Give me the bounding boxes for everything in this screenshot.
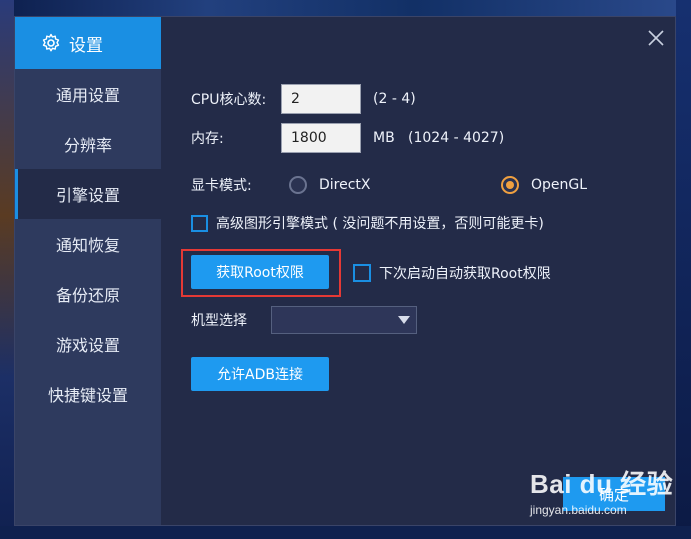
background-bottom-strip — [0, 526, 691, 539]
confirm-button[interactable]: 确定 — [563, 477, 665, 511]
advanced-mode-label: 高级图形引擎模式 ( 没问题不用设置，否则可能更卡) — [216, 216, 544, 232]
model-label: 机型选择 — [191, 313, 247, 329]
memory-range: MB (1024 - 4027) — [373, 130, 505, 146]
cpu-range: (2 - 4) — [373, 91, 416, 107]
settings-dialog: 设置 通用设置 分辨率 引擎设置 通知恢复 备份还原 游戏设置 快捷键设置 CP… — [14, 16, 676, 526]
sidebar-item-label: 游戏设置 — [55, 336, 120, 355]
gear-icon — [42, 33, 60, 52]
auto-root-checkbox[interactable] — [353, 264, 371, 282]
memory-input[interactable]: 1800 — [281, 123, 361, 153]
cpu-row: CPU核心数: 2 (2 - 4) — [191, 84, 416, 114]
advanced-mode-row[interactable]: 高级图形引擎模式 ( 没问题不用设置，否则可能更卡) — [191, 213, 544, 233]
sidebar-item-backup-restore[interactable]: 备份还原 — [15, 269, 161, 319]
auto-root-label: 下次启动自动获取Root权限 — [379, 266, 551, 282]
memory-label: 内存: — [191, 131, 224, 147]
settings-sidebar: 设置 通用设置 分辨率 引擎设置 通知恢复 备份还原 游戏设置 快捷键设置 — [15, 17, 161, 525]
sidebar-item-general[interactable]: 通用设置 — [15, 69, 161, 119]
opengl-radio[interactable] — [501, 176, 519, 194]
gpu-mode-row: 显卡模式: DirectX OpenGL — [191, 175, 587, 195]
background-right-strip — [676, 0, 691, 539]
background-game — [0, 0, 691, 16]
allow-adb-button[interactable]: 允许ADB连接 — [191, 357, 329, 391]
sidebar-item-label: 分辨率 — [63, 136, 112, 155]
directx-label: DirectX — [319, 177, 371, 193]
sidebar-item-game[interactable]: 游戏设置 — [15, 319, 161, 369]
sidebar-item-label: 通用设置 — [55, 86, 120, 105]
sidebar-item-label: 备份还原 — [55, 286, 120, 305]
chevron-down-icon — [398, 316, 410, 324]
opengl-label: OpenGL — [531, 177, 588, 193]
background-left-strip — [0, 0, 14, 539]
cpu-cores-input[interactable]: 2 — [281, 84, 361, 114]
model-row: 机型选择 — [191, 306, 417, 334]
sidebar-item-label: 通知恢复 — [55, 236, 120, 255]
gpu-option-directx[interactable]: DirectX — [289, 176, 501, 194]
sidebar-item-label: 快捷键设置 — [47, 386, 128, 405]
get-root-button[interactable]: 获取Root权限 — [191, 255, 329, 289]
sidebar-item-resolution[interactable]: 分辨率 — [15, 119, 161, 169]
sidebar-item-hotkeys[interactable]: 快捷键设置 — [15, 369, 161, 419]
memory-row: 内存: 1800 MB (1024 - 4027) — [191, 123, 504, 153]
sidebar-item-engine[interactable]: 引擎设置 — [15, 169, 161, 219]
gpu-mode-label: 显卡模式: — [191, 178, 252, 194]
advanced-mode-checkbox[interactable] — [191, 214, 208, 232]
auto-root-row[interactable]: 下次启动自动获取Root权限 — [353, 263, 551, 283]
sidebar-item-notification-restore[interactable]: 通知恢复 — [15, 219, 161, 269]
sidebar-item-label: 引擎设置 — [55, 186, 120, 205]
sidebar-header: 设置 — [15, 17, 161, 69]
engine-settings-panel: CPU核心数: 2 (2 - 4) 内存: 1800 MB (1024 - 40… — [161, 17, 675, 525]
gpu-option-opengl[interactable]: OpenGL — [501, 176, 587, 194]
cpu-label: CPU核心数: — [191, 92, 267, 108]
sidebar-header-title: 设置 — [69, 35, 103, 56]
model-select[interactable] — [271, 306, 417, 334]
directx-radio[interactable] — [289, 176, 307, 194]
